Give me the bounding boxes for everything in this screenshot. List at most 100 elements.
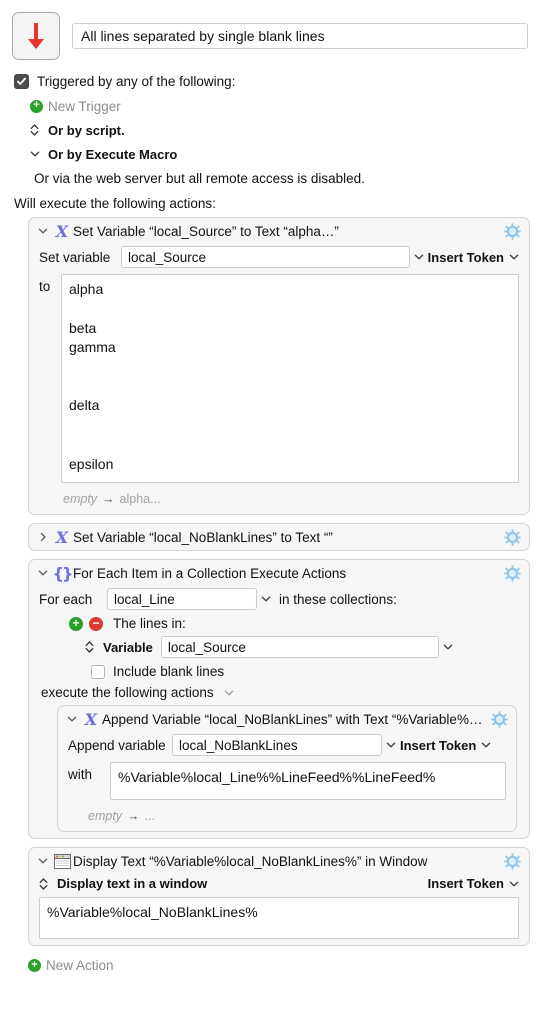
- action-display-text[interactable]: Display Text “%Variable%local_NoBlankLin…: [28, 847, 530, 946]
- chevron-glyph: [414, 254, 423, 260]
- for-each-dropdown-chevron-icon[interactable]: [257, 595, 275, 603]
- plus-circle-icon: +: [30, 99, 48, 113]
- action-body: Display text in a window Insert Token %V…: [29, 874, 529, 945]
- disclosure-closed-icon[interactable]: [35, 532, 51, 542]
- footer-arrow: →: [127, 809, 140, 823]
- disclosure-open-icon[interactable]: [35, 569, 51, 577]
- disclosure-open-icon[interactable]: [35, 227, 51, 235]
- include-blank-lines-row[interactable]: Include blank lines: [39, 664, 519, 679]
- window-icon: [51, 853, 73, 869]
- action-append-variable[interactable]: X Append Variable “local_NoBlankLines” w…: [57, 705, 517, 832]
- or-by-execute-macro-row[interactable]: Or by Execute Macro: [14, 142, 540, 166]
- action-set-variable-noblanklines[interactable]: X Set Variable “local_NoBlankLines” to T…: [28, 523, 530, 551]
- append-variable-input[interactable]: local_NoBlankLines: [172, 734, 382, 756]
- variable-name-input[interactable]: local_Source: [121, 246, 410, 268]
- or-by-execute-macro-label: Or by Execute Macro: [48, 146, 178, 162]
- triggered-by-label: Triggered by any of the following:: [37, 73, 236, 89]
- macro-header: All lines separated by single blank line…: [0, 0, 540, 60]
- for-each-label: For each: [39, 591, 93, 607]
- updown-glyph: [39, 877, 48, 890]
- gear-glyph: [503, 564, 521, 582]
- insert-token-button[interactable]: Insert Token: [428, 876, 519, 891]
- action-set-variable-source[interactable]: X Set Variable “local_Source” to Text “a…: [28, 217, 530, 515]
- source-text-area[interactable]: alpha beta gamma delta epsilon: [61, 274, 519, 483]
- or-by-script-label: Or by script.: [48, 122, 125, 138]
- disclosure-open-icon[interactable]: [35, 857, 51, 865]
- execute-following-chevron-icon[interactable]: [224, 685, 234, 700]
- set-variable-row: Set variable local_Source Insert Token: [39, 246, 519, 268]
- append-variable-row: Append variable local_NoBlankLines Inser…: [68, 734, 506, 756]
- triggers-section: Triggered by any of the following: + New…: [0, 60, 540, 190]
- action-header[interactable]: X Set Variable “local_Source” to Text “a…: [29, 218, 529, 244]
- chevron-glyph: [224, 690, 233, 696]
- chevron-right-glyph: [40, 532, 46, 542]
- variable-dropdown-chevron-icon[interactable]: [410, 253, 428, 261]
- include-blank-lines-checkbox[interactable]: [91, 664, 105, 679]
- or-by-script-row[interactable]: Or by script.: [14, 118, 540, 142]
- action-header[interactable]: X Append Variable “local_NoBlankLines” w…: [58, 706, 516, 732]
- execute-following-row: execute the following actions: [41, 685, 519, 700]
- action-header[interactable]: X Set Variable “local_NoBlankLines” to T…: [29, 524, 529, 550]
- gear-icon[interactable]: [503, 528, 521, 546]
- new-action-button[interactable]: + New Action: [0, 954, 540, 973]
- gear-icon[interactable]: [503, 852, 521, 870]
- trigger-enabled-row[interactable]: Triggered by any of the following:: [14, 70, 540, 92]
- chevron-glyph: [443, 644, 453, 650]
- chevron-down-icon: [30, 150, 48, 158]
- macro-title-input[interactable]: All lines separated by single blank line…: [72, 23, 528, 49]
- chevron-down-glyph: [67, 716, 77, 722]
- chevron-down-glyph: [38, 570, 48, 576]
- window-glyph: [53, 853, 71, 869]
- display-mode-label[interactable]: Display text in a window: [57, 876, 428, 891]
- footer-to: ...: [144, 809, 155, 823]
- in-collections-label: in these collections:: [279, 591, 397, 607]
- gear-glyph: [503, 852, 521, 870]
- gear-icon[interactable]: [503, 222, 521, 240]
- source-variable-input[interactable]: local_Source: [160, 636, 439, 658]
- triggered-by-checkbox[interactable]: [14, 73, 29, 89]
- up-down-chevron-icon[interactable]: [85, 640, 101, 654]
- new-trigger-label: New Trigger: [48, 98, 121, 114]
- chevron-down-glyph: [38, 228, 48, 234]
- remove-collection-icon[interactable]: −: [89, 616, 103, 631]
- append-variable-dropdown-chevron-icon[interactable]: [382, 741, 400, 749]
- action-title: Set Variable “local_NoBlankLines” to Tex…: [73, 529, 333, 545]
- red-down-arrow-icon[interactable]: [12, 12, 60, 60]
- action-body: Append variable local_NoBlankLines Inser…: [58, 732, 516, 831]
- gear-icon[interactable]: [490, 710, 508, 728]
- gear-icon[interactable]: [503, 564, 521, 582]
- updown-glyph: [85, 641, 94, 653]
- append-text-area[interactable]: %Variable%local_Line%%LineFeed%%LineFeed…: [110, 762, 506, 800]
- display-text-area[interactable]: %Variable%local_NoBlankLines%: [39, 897, 519, 939]
- chevron-glyph: [386, 742, 396, 748]
- to-text-row: to alpha beta gamma delta epsilon: [39, 274, 519, 483]
- insert-token-label: Insert Token: [427, 876, 504, 891]
- plus-circle-shape: +: [30, 99, 43, 113]
- action-title: For Each Item in a Collection Execute Ac…: [73, 565, 347, 581]
- insert-token-button[interactable]: Insert Token: [428, 250, 519, 265]
- footer-arrow: →: [102, 492, 115, 506]
- append-variable-icon: X: [84, 709, 98, 729]
- display-mode-row: Display text in a window Insert Token: [39, 876, 519, 891]
- set-variable-label: Set variable: [39, 249, 111, 265]
- footer-from: empty: [88, 809, 123, 823]
- disclosure-open-icon[interactable]: [64, 715, 80, 723]
- action-header[interactable]: Display Text “%Variable%local_NoBlankLin…: [29, 848, 529, 874]
- source-variable-dropdown-chevron-icon[interactable]: [439, 643, 457, 651]
- insert-token-label: Insert Token: [400, 737, 477, 753]
- source-kind-label[interactable]: Variable: [103, 640, 153, 655]
- for-each-variable-input[interactable]: local_Line: [107, 588, 257, 610]
- footer-to: alpha...: [119, 492, 161, 506]
- insert-token-button[interactable]: Insert Token: [400, 738, 491, 753]
- will-execute-label: Will execute the following actions:: [14, 196, 216, 211]
- plus-circle-icon: +: [28, 959, 41, 972]
- add-collection-icon[interactable]: +: [69, 616, 83, 631]
- action-header[interactable]: {} For Each Item in a Collection Execute…: [29, 560, 529, 586]
- collection-source-row: Variable local_Source: [39, 636, 519, 658]
- gear-glyph: [503, 528, 521, 546]
- gear-glyph: [503, 222, 521, 240]
- web-server-note: Or via the web server but all remote acc…: [34, 170, 365, 186]
- up-down-chevron-icon[interactable]: [39, 877, 53, 891]
- action-for-each[interactable]: {} For Each Item in a Collection Execute…: [28, 559, 530, 839]
- new-trigger-row[interactable]: + New Trigger: [14, 94, 540, 118]
